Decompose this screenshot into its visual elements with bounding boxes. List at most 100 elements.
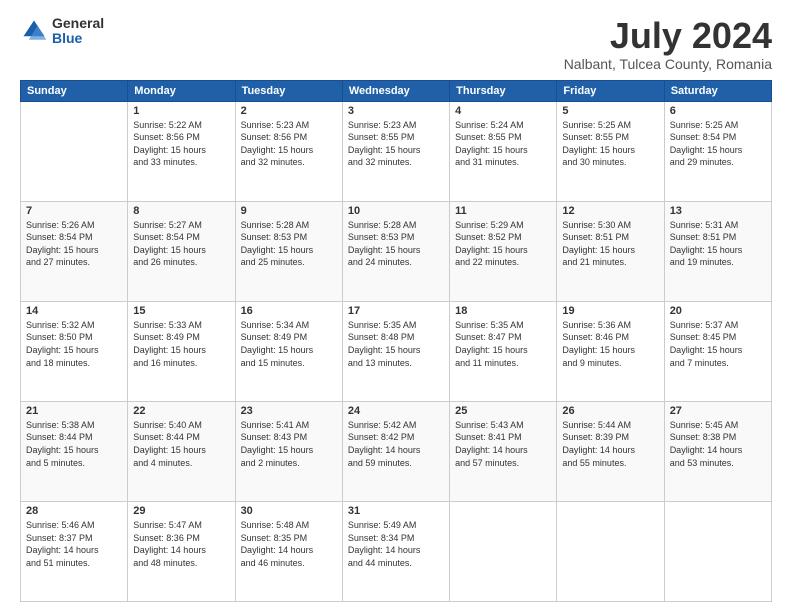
day-number: 28	[26, 505, 122, 517]
day-number: 27	[670, 405, 766, 417]
calendar-week-row: 1 Sunrise: 5:22 AM Sunset: 8:56 PM Daylig…	[21, 101, 772, 201]
day-number: 13	[670, 205, 766, 217]
calendar-day-3: 3 Sunrise: 5:23 AM Sunset: 8:55 PM Daylig…	[342, 101, 449, 201]
day-info: Sunrise: 5:47 AM Sunset: 8:36 PM Dayligh…	[133, 519, 229, 569]
header-day-wednesday: Wednesday	[342, 80, 449, 101]
calendar-day-8: 8 Sunrise: 5:27 AM Sunset: 8:54 PM Daylig…	[128, 201, 235, 301]
day-info: Sunrise: 5:24 AM Sunset: 8:55 PM Dayligh…	[455, 119, 551, 169]
day-info: Sunrise: 5:28 AM Sunset: 8:53 PM Dayligh…	[348, 219, 444, 269]
calendar-day-14: 14Sunrise: 5:32 AM Sunset: 8:50 PM Dayli…	[21, 301, 128, 401]
day-number: 25	[455, 405, 551, 417]
calendar-day-26: 26Sunrise: 5:44 AM Sunset: 8:39 PM Dayli…	[557, 401, 664, 501]
day-number: 1	[133, 105, 229, 117]
day-info: Sunrise: 5:22 AM Sunset: 8:56 PM Dayligh…	[133, 119, 229, 169]
calendar-day-7: 7 Sunrise: 5:26 AM Sunset: 8:54 PM Daylig…	[21, 201, 128, 301]
calendar-day-28: 28 Sunrise: 5:46 AM Sunset: 8:37 PM Dayli…	[21, 501, 128, 601]
calendar-day-30: 30 Sunrise: 5:48 AM Sunset: 8:35 PM Dayli…	[235, 501, 342, 601]
day-number: 12	[562, 205, 658, 217]
day-number: 23	[241, 405, 337, 417]
calendar-day-29: 29Sunrise: 5:47 AM Sunset: 8:36 PM Dayli…	[128, 501, 235, 601]
calendar-empty-cell	[21, 101, 128, 201]
day-info: Sunrise: 5:48 AM Sunset: 8:35 PM Dayligh…	[241, 519, 337, 569]
day-number: 4	[455, 105, 551, 117]
day-info: Sunrise: 5:36 AM Sunset: 8:46 PM Dayligh…	[562, 319, 658, 369]
header-day-friday: Friday	[557, 80, 664, 101]
day-info: Sunrise: 5:42 AM Sunset: 8:42 PM Dayligh…	[348, 419, 444, 469]
calendar-day-21: 21 Sunrise: 5:38 AM Sunset: 8:44 PM Dayli…	[21, 401, 128, 501]
calendar-empty-cell	[557, 501, 664, 601]
header-day-tuesday: Tuesday	[235, 80, 342, 101]
header-day-saturday: Saturday	[664, 80, 771, 101]
day-number: 3	[348, 105, 444, 117]
calendar-day-17: 17Sunrise: 5:35 AM Sunset: 8:48 PM Dayli…	[342, 301, 449, 401]
day-info: Sunrise: 5:28 AM Sunset: 8:53 PM Dayligh…	[241, 219, 337, 269]
day-number: 8	[133, 205, 229, 217]
calendar-day-31: 31 Sunrise: 5:49 AM Sunset: 8:34 PM Dayli…	[342, 501, 449, 601]
day-info: Sunrise: 5:45 AM Sunset: 8:38 PM Dayligh…	[670, 419, 766, 469]
day-number: 24	[348, 405, 444, 417]
calendar-week-row: 21 Sunrise: 5:38 AM Sunset: 8:44 PM Dayli…	[21, 401, 772, 501]
day-number: 7	[26, 205, 122, 217]
day-number: 16	[241, 305, 337, 317]
day-number: 10	[348, 205, 444, 217]
calendar-day-5: 5 Sunrise: 5:25 AM Sunset: 8:55 PM Daylig…	[557, 101, 664, 201]
day-number: 31	[348, 505, 444, 517]
day-info: Sunrise: 5:46 AM Sunset: 8:37 PM Dayligh…	[26, 519, 122, 569]
day-info: Sunrise: 5:43 AM Sunset: 8:41 PM Dayligh…	[455, 419, 551, 469]
calendar-week-row: 7 Sunrise: 5:26 AM Sunset: 8:54 PM Daylig…	[21, 201, 772, 301]
day-number: 9	[241, 205, 337, 217]
day-number: 11	[455, 205, 551, 217]
day-number: 5	[562, 105, 658, 117]
calendar-day-20: 20 Sunrise: 5:37 AM Sunset: 8:45 PM Dayli…	[664, 301, 771, 401]
calendar-empty-cell	[664, 501, 771, 601]
day-info: Sunrise: 5:37 AM Sunset: 8:45 PM Dayligh…	[670, 319, 766, 369]
day-info: Sunrise: 5:23 AM Sunset: 8:55 PM Dayligh…	[348, 119, 444, 169]
day-number: 26	[562, 405, 658, 417]
day-info: Sunrise: 5:38 AM Sunset: 8:44 PM Dayligh…	[26, 419, 122, 469]
day-number: 15	[133, 305, 229, 317]
day-info: Sunrise: 5:23 AM Sunset: 8:56 PM Dayligh…	[241, 119, 337, 169]
day-info: Sunrise: 5:41 AM Sunset: 8:43 PM Dayligh…	[241, 419, 337, 469]
logo-text: General Blue	[52, 16, 104, 47]
month-title: July 2024	[564, 16, 772, 56]
title-block: July 2024 Nalbant, Tulcea County, Romani…	[564, 16, 772, 72]
calendar-day-18: 18Sunrise: 5:35 AM Sunset: 8:47 PM Dayli…	[450, 301, 557, 401]
day-info: Sunrise: 5:27 AM Sunset: 8:54 PM Dayligh…	[133, 219, 229, 269]
location-title: Nalbant, Tulcea County, Romania	[564, 56, 772, 72]
calendar-day-1: 1 Sunrise: 5:22 AM Sunset: 8:56 PM Daylig…	[128, 101, 235, 201]
calendar-day-2: 2 Sunrise: 5:23 AM Sunset: 8:56 PM Daylig…	[235, 101, 342, 201]
calendar-day-9: 9 Sunrise: 5:28 AM Sunset: 8:53 PM Daylig…	[235, 201, 342, 301]
day-info: Sunrise: 5:29 AM Sunset: 8:52 PM Dayligh…	[455, 219, 551, 269]
day-info: Sunrise: 5:26 AM Sunset: 8:54 PM Dayligh…	[26, 219, 122, 269]
calendar-header-row: SundayMondayTuesdayWednesdayThursdayFrid…	[21, 80, 772, 101]
calendar-day-22: 22Sunrise: 5:40 AM Sunset: 8:44 PM Dayli…	[128, 401, 235, 501]
calendar-day-15: 15 Sunrise: 5:33 AM Sunset: 8:49 PM Dayli…	[128, 301, 235, 401]
day-info: Sunrise: 5:34 AM Sunset: 8:49 PM Dayligh…	[241, 319, 337, 369]
day-number: 22	[133, 405, 229, 417]
day-info: Sunrise: 5:33 AM Sunset: 8:49 PM Dayligh…	[133, 319, 229, 369]
day-number: 30	[241, 505, 337, 517]
calendar-week-row: 14Sunrise: 5:32 AM Sunset: 8:50 PM Dayli…	[21, 301, 772, 401]
day-info: Sunrise: 5:30 AM Sunset: 8:51 PM Dayligh…	[562, 219, 658, 269]
day-number: 21	[26, 405, 122, 417]
day-number: 20	[670, 305, 766, 317]
calendar-day-25: 25 Sunrise: 5:43 AM Sunset: 8:41 PM Dayli…	[450, 401, 557, 501]
calendar-day-24: 24 Sunrise: 5:42 AM Sunset: 8:42 PM Dayli…	[342, 401, 449, 501]
calendar-day-23: 23 Sunrise: 5:41 AM Sunset: 8:43 PM Dayli…	[235, 401, 342, 501]
day-info: Sunrise: 5:49 AM Sunset: 8:34 PM Dayligh…	[348, 519, 444, 569]
day-info: Sunrise: 5:31 AM Sunset: 8:51 PM Dayligh…	[670, 219, 766, 269]
day-number: 2	[241, 105, 337, 117]
calendar-day-19: 19Sunrise: 5:36 AM Sunset: 8:46 PM Dayli…	[557, 301, 664, 401]
day-number: 6	[670, 105, 766, 117]
day-info: Sunrise: 5:25 AM Sunset: 8:54 PM Dayligh…	[670, 119, 766, 169]
logo-blue: Blue	[52, 31, 104, 46]
header-day-sunday: Sunday	[21, 80, 128, 101]
calendar-week-row: 28 Sunrise: 5:46 AM Sunset: 8:37 PM Dayli…	[21, 501, 772, 601]
day-number: 17	[348, 305, 444, 317]
calendar-day-10: 10 Sunrise: 5:28 AM Sunset: 8:53 PM Dayli…	[342, 201, 449, 301]
day-info: Sunrise: 5:25 AM Sunset: 8:55 PM Dayligh…	[562, 119, 658, 169]
day-number: 14	[26, 305, 122, 317]
page: General Blue July 2024 Nalbant, Tulcea C…	[0, 0, 792, 612]
calendar: SundayMondayTuesdayWednesdayThursdayFrid…	[20, 80, 772, 602]
calendar-day-27: 27 Sunrise: 5:45 AM Sunset: 8:38 PM Dayli…	[664, 401, 771, 501]
